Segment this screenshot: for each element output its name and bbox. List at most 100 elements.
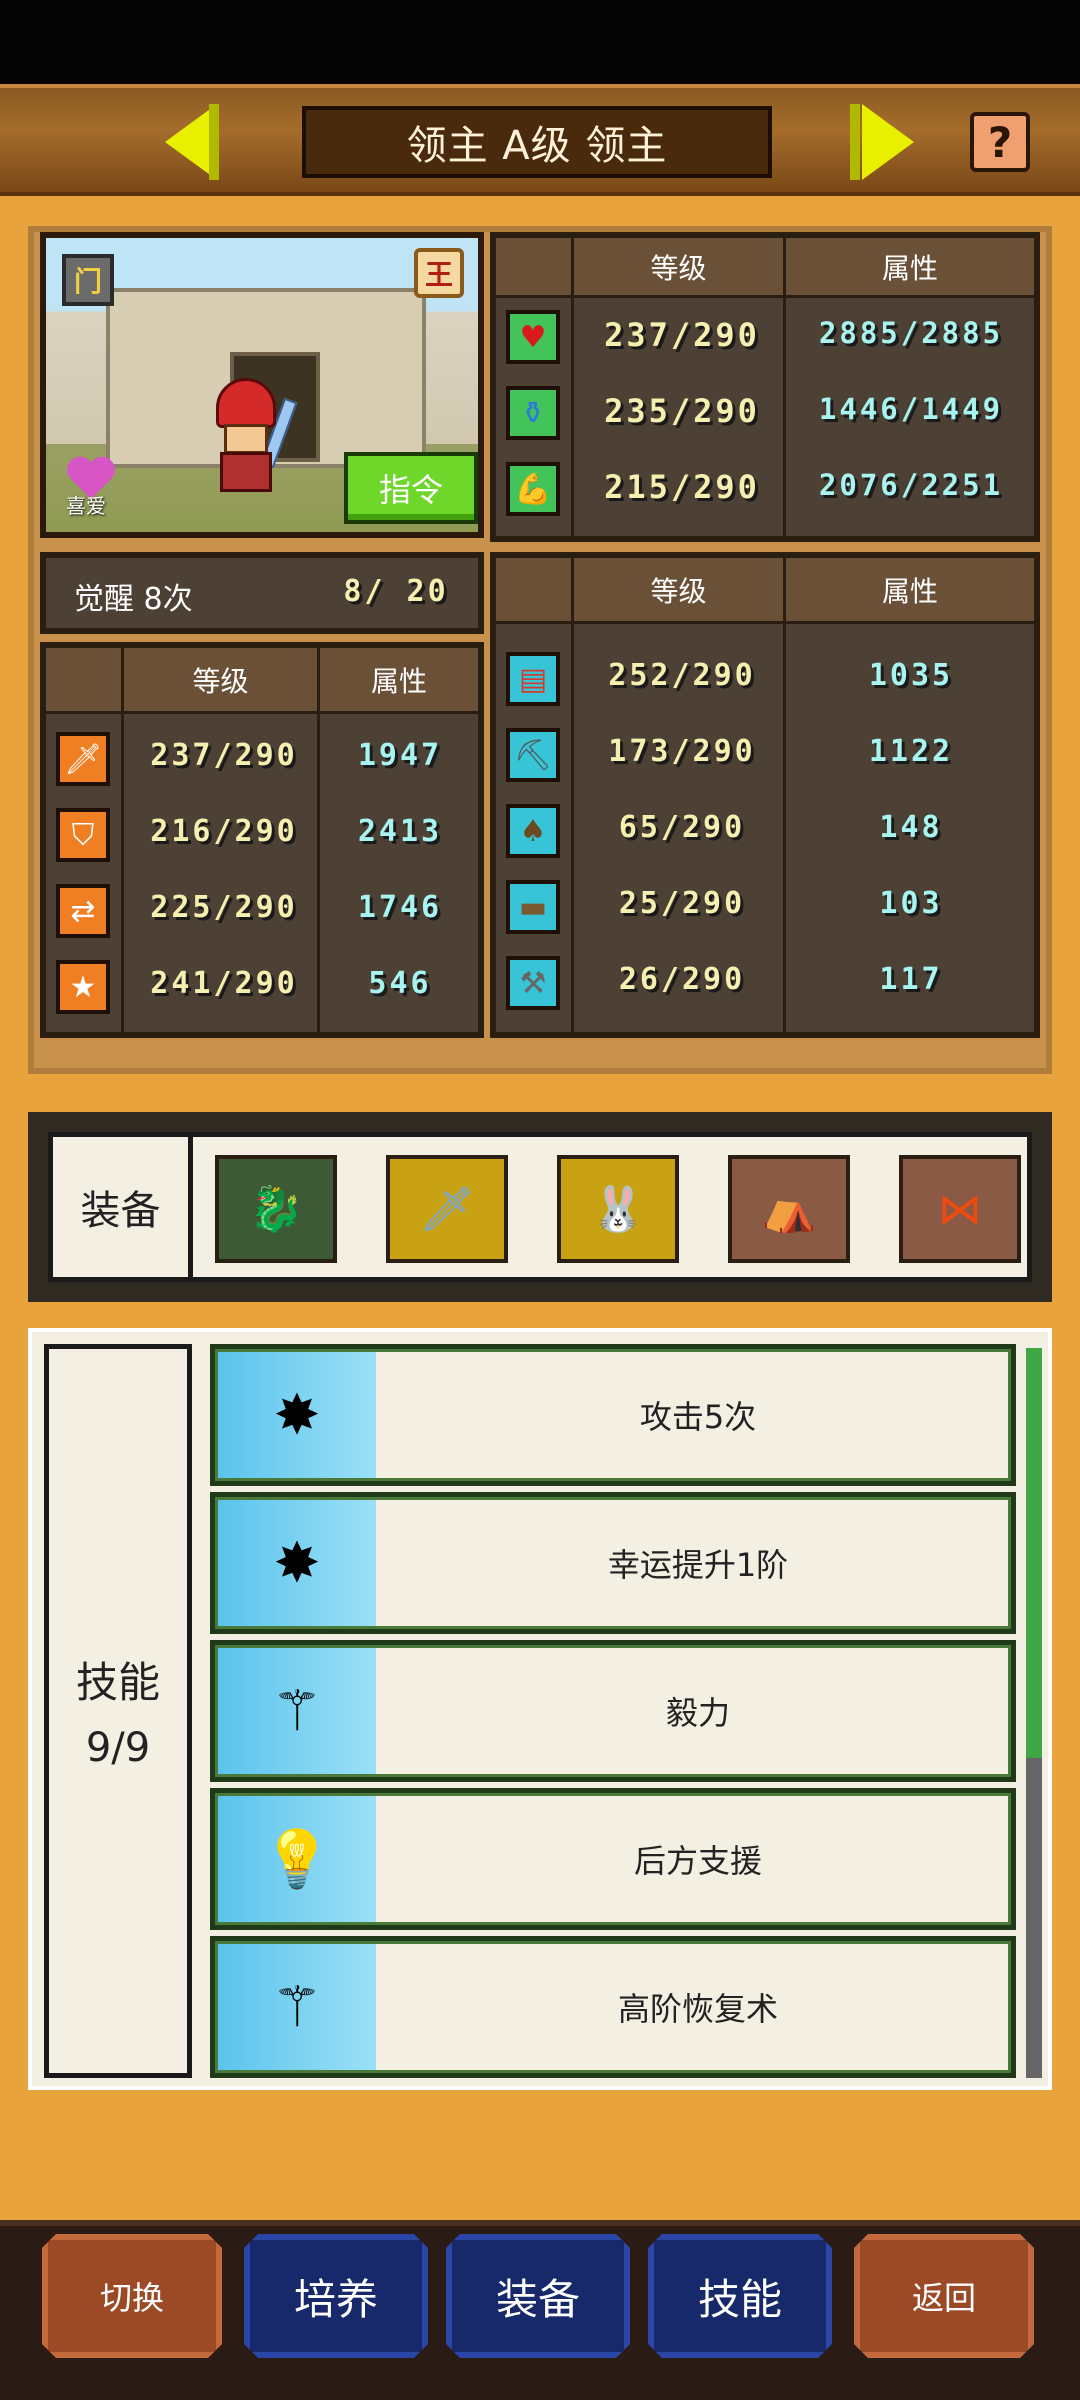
hero-sprite <box>206 378 298 498</box>
craft-level-4: 25/290 <box>618 886 746 921</box>
craft-level-3: 65/290 <box>618 810 746 845</box>
lightbulb-icon: 💡 <box>218 1796 376 1922</box>
character-portrait: 门 王 喜爱 指令 <box>40 232 484 538</box>
crafting-col-divider <box>571 624 574 1032</box>
sword-icon: 🗡 <box>56 732 110 786</box>
arrows-icon: ⇄ <box>56 884 110 938</box>
skills-label-box: 技能 9/9 <box>44 1344 192 2078</box>
skill-item[interactable]: ⚚ 毅力 <box>210 1640 1016 1782</box>
switch-button[interactable]: 切换 <box>42 2234 222 2358</box>
craft-value-3: 148 <box>879 810 943 845</box>
crystal-sword-icon[interactable]: 🗡 <box>386 1155 508 1263</box>
back-button[interactable]: 返回 <box>854 2234 1034 2358</box>
vitals-table: 等级 属性 ♥ 237/290 2885/2885 ⚱ 235/290 1446… <box>490 232 1040 542</box>
craft-level-5: 26/290 <box>618 962 746 997</box>
defense-level: 216/290 <box>150 814 298 849</box>
vitals-col-divider <box>571 298 574 538</box>
combat-col-divider <box>121 714 124 1032</box>
craft-level-1: 252/290 <box>608 658 756 693</box>
combat-header-blank <box>46 648 124 714</box>
stamina-arm-icon: 💪 <box>506 462 560 516</box>
hp-level: 237/290 <box>604 316 760 354</box>
combat-header-attr: 属性 <box>320 648 478 714</box>
skills-panel: 技能 9/9 ✸ 攻击5次 ✸ 幸运提升1阶 ⚚ 毅力 💡 后方支援 ⚚ 高阶恢… <box>28 1328 1052 2090</box>
hammer-icon: ⚒ <box>506 956 560 1010</box>
skill-name: 幸运提升1阶 <box>607 1546 789 1584</box>
king-badge-icon: 王 <box>414 248 464 298</box>
skill-item[interactable]: ✸ 攻击5次 <box>210 1344 1016 1486</box>
craft-value-4: 103 <box>879 886 943 921</box>
luck-value: 546 <box>368 966 432 1001</box>
awakening-progress: 8/ 20 <box>343 574 449 609</box>
next-character-arrow-icon[interactable] <box>850 104 914 180</box>
craft-value-2: 1122 <box>868 734 954 769</box>
star-icon: ★ <box>56 960 110 1014</box>
awakening-label: 觉醒 8次 <box>74 582 193 617</box>
red-ribbon-icon[interactable]: ⋈ <box>899 1155 1021 1263</box>
attack-value: 1947 <box>357 738 443 773</box>
burst-sword-icon: ✸ <box>218 1352 376 1478</box>
bunny-charm-icon[interactable]: 🐰 <box>557 1155 679 1263</box>
vitals-header-attr: 属性 <box>786 238 1034 298</box>
green-robe-icon[interactable]: ⛺ <box>728 1155 850 1263</box>
craft-value-5: 117 <box>879 962 943 997</box>
book-badge-icon[interactable]: 门 <box>62 254 114 306</box>
help-button[interactable]: ? <box>970 112 1030 172</box>
skills-scroll-thumb[interactable] <box>1026 1348 1042 1758</box>
mp-value: 1446/1449 <box>818 392 1004 426</box>
craft-level-2: 173/290 <box>608 734 756 769</box>
anvil-icon: ▬ <box>506 880 560 934</box>
hero-helmet <box>216 378 276 428</box>
skill-name: 攻击5次 <box>639 1398 757 1436</box>
equip-button[interactable]: 装备 <box>446 2234 630 2358</box>
heart-icon: ♥ <box>506 310 560 364</box>
skill-name: 后方支援 <box>633 1842 762 1880</box>
vitals-header-level: 等级 <box>574 238 786 298</box>
burst-sword-icon: ✸ <box>218 1500 376 1626</box>
equipment-panel: 装备 🐉 🗡 🐰 ⛺ ⋈ <box>28 1112 1052 1302</box>
hero-body <box>220 452 272 492</box>
crafting-header-level: 等级 <box>574 558 786 624</box>
luck-level: 241/290 <box>150 966 298 1001</box>
magic-wand-icon: ⚚ <box>218 1648 376 1774</box>
skill-item[interactable]: ⚚ 高阶恢复术 <box>210 1936 1016 2078</box>
skill-item[interactable]: 💡 后方支援 <box>210 1788 1016 1930</box>
book-icon: ▤ <box>506 652 560 706</box>
speed-value: 1746 <box>357 890 443 925</box>
combat-header-level: 等级 <box>124 648 320 714</box>
defense-value: 2413 <box>357 814 443 849</box>
skills-count: 9/9 <box>85 1725 151 1771</box>
shield-icon: ⛉ <box>56 808 110 862</box>
stamina-level: 215/290 <box>604 468 760 506</box>
crafting-stats-table: 等级 属性 ▤ 252/290 1035 ⛏ 173/290 1122 ♠ 65… <box>490 552 1040 1038</box>
skill-button[interactable]: 技能 <box>648 2234 832 2358</box>
attack-level: 237/290 <box>150 738 298 773</box>
dragon-weapon-icon[interactable]: 🐉 <box>215 1155 337 1263</box>
equipment-row: 装备 🐉 🗡 🐰 ⛺ ⋈ <box>48 1132 1032 1282</box>
hero-face <box>224 424 268 454</box>
shovel-icon: ♠ <box>506 804 560 858</box>
stamina-value: 2076/2251 <box>818 468 1004 502</box>
skills-scrollbar[interactable] <box>1026 1348 1042 2078</box>
character-title: 领主 A级 领主 <box>302 106 772 178</box>
vitals-header-blank <box>496 238 574 298</box>
combat-stats-table: 等级 属性 🗡 237/290 1947 ⛉ 216/290 2413 ⇄ 22… <box>40 642 484 1038</box>
awakening-row: 觉醒 8次 8/ 20 <box>40 552 484 634</box>
skills-label: 技能 <box>75 1658 160 1707</box>
prev-character-arrow-icon[interactable] <box>165 104 219 180</box>
speed-level: 225/290 <box>150 890 298 925</box>
train-button[interactable]: 培养 <box>244 2234 428 2358</box>
crafting-header-blank <box>496 558 574 624</box>
crafting-header-attr: 属性 <box>786 558 1034 624</box>
skill-name: 高阶恢复术 <box>617 1990 778 2028</box>
skill-name: 毅力 <box>665 1694 730 1732</box>
mp-level: 235/290 <box>604 392 760 430</box>
favorite-label: 喜爱 <box>66 494 106 518</box>
status-bar <box>0 0 1080 84</box>
equipment-label: 装备 <box>53 1137 193 1277</box>
hp-value: 2885/2885 <box>818 316 1004 350</box>
pickaxe-icon: ⛏ <box>506 728 560 782</box>
craft-value-1: 1035 <box>868 658 954 693</box>
command-button[interactable]: 指令 <box>344 452 478 524</box>
skill-item[interactable]: ✸ 幸运提升1阶 <box>210 1492 1016 1634</box>
